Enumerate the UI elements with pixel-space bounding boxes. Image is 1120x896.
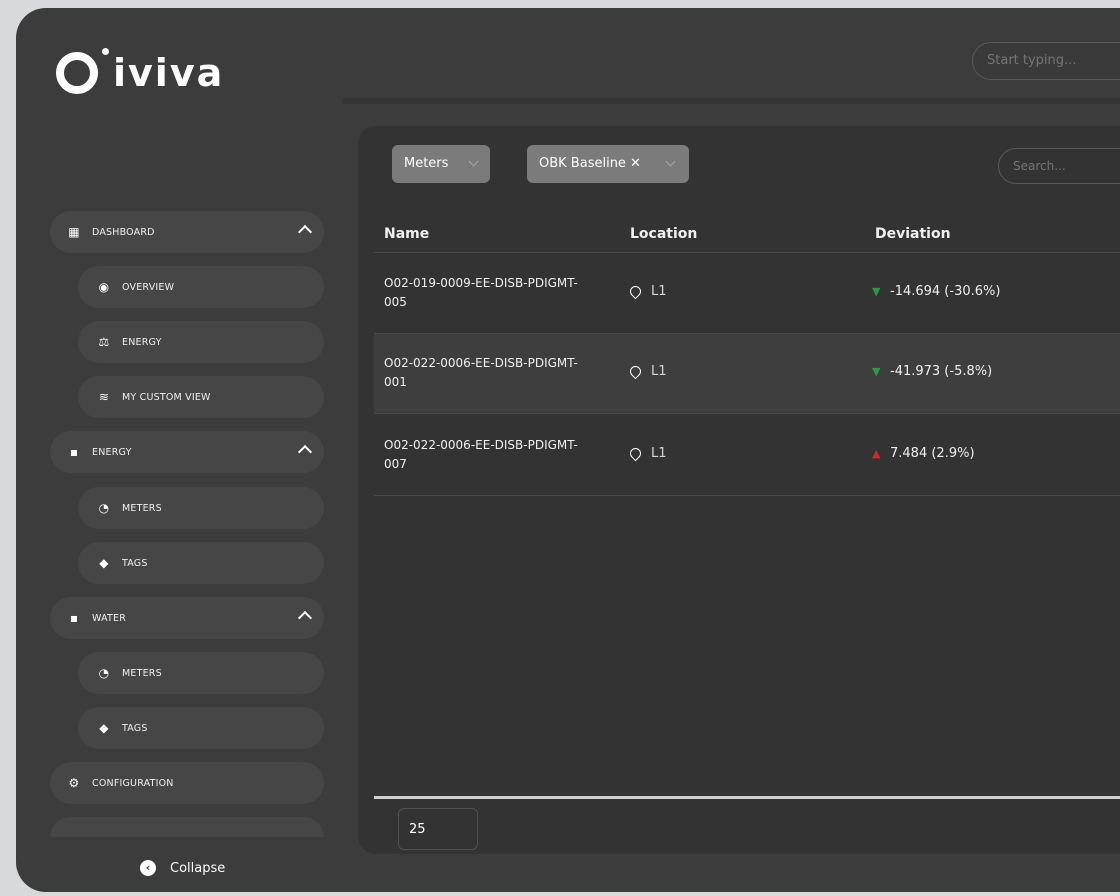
sidebar-item-label: CONFIGURATION xyxy=(92,777,174,789)
meter-name: O02-022-0006-EE-DISB-PDIGMT-007 xyxy=(384,438,578,471)
location-pin-icon xyxy=(627,445,644,462)
sidebar-item-label: TAGS xyxy=(122,557,148,569)
gauge-icon: ◔ xyxy=(98,666,110,680)
sidebar-item-configuration[interactable]: ⚙ CONFIGURATION xyxy=(50,762,324,804)
baseline-select[interactable]: OBK Baseline ✕ xyxy=(527,145,689,183)
column-header-location[interactable]: Location xyxy=(630,226,697,242)
sidebar-item-energy-dashboard[interactable]: ⚖ ENERGY xyxy=(78,321,324,363)
location-pin-icon xyxy=(627,283,644,300)
row-divider xyxy=(374,495,1120,496)
sidebar-item-water-meters[interactable]: ◔ METERS xyxy=(78,652,324,694)
header-divider xyxy=(374,252,1120,253)
sidebar-item-water-tags[interactable]: ◆ TAGS xyxy=(78,707,324,749)
location-value: L1 xyxy=(651,284,667,299)
logo-dot-icon xyxy=(102,48,109,55)
collapse-button[interactable]: ‹ Collapse xyxy=(140,860,225,876)
table-row[interactable]: O02-019-0009-EE-DISB-PDIGMT-005 L1 ▼ -14… xyxy=(374,254,1120,334)
meters-panel: Meters OBK Baseline ✕ Name Location Devia… xyxy=(358,126,1120,854)
sidebar-item-water[interactable]: ▪ WATER xyxy=(50,597,324,639)
layers-icon: ≋ xyxy=(98,390,110,404)
sidebar-item-label: METERS xyxy=(122,667,162,679)
sidebar-item-overview[interactable]: ◉ OVERVIEW xyxy=(78,266,324,308)
sidebar-item-label: DASHBOARD xyxy=(92,226,155,238)
tag-icon: ◆ xyxy=(99,721,109,735)
chevron-up-icon[interactable] xyxy=(297,610,313,626)
grid-icon: ▦ xyxy=(68,225,80,239)
baseline-label: OBK Baseline xyxy=(539,156,626,171)
location-cell: L1 xyxy=(627,445,667,462)
sidebar-item-energy-meters[interactable]: ◔ METERS xyxy=(78,487,324,529)
chevron-down-icon xyxy=(468,156,479,167)
tag-icon: ◆ xyxy=(99,556,109,570)
gear-icon: ⚙ xyxy=(68,776,80,790)
logo: iviva xyxy=(56,48,225,95)
location-pin-icon xyxy=(627,363,644,380)
row-divider xyxy=(374,413,1120,414)
table-row[interactable]: O02-022-0006-EE-DISB-PDIGMT-001 L1 ▼ -41… xyxy=(374,334,1120,414)
plug-icon: ▪ xyxy=(69,445,79,459)
location-cell: L1 xyxy=(627,283,667,300)
location-value: L1 xyxy=(651,364,667,379)
sidebar-item-energy-tags[interactable]: ◆ TAGS xyxy=(78,542,324,584)
horizontal-scrollbar[interactable] xyxy=(374,796,1120,799)
column-header-name[interactable]: Name xyxy=(384,226,429,242)
sidebar-item-label: ENERGY xyxy=(92,446,132,458)
arrow-down-icon: ▼ xyxy=(872,285,881,298)
app-window: iviva ▦ DASHBOARD ◉ OVERVIEW ⚖ ENERGY ≋ … xyxy=(16,8,1120,892)
deviation-cell: ▼ -41.973 (-5.8%) xyxy=(872,364,992,379)
arrow-down-icon: ▼ xyxy=(872,365,881,378)
gauge-icon: ◔ xyxy=(98,501,110,515)
chevron-down-icon xyxy=(665,156,676,167)
arrow-up-icon: ▲ xyxy=(872,447,881,460)
chevron-up-icon[interactable] xyxy=(297,224,313,240)
collapse-label: Collapse xyxy=(170,860,226,876)
page-size-select[interactable]: 25 xyxy=(398,808,478,850)
location-cell: L1 xyxy=(627,363,667,380)
meter-name: O02-022-0006-EE-DISB-PDIGMT-001 xyxy=(384,356,578,389)
sidebar-item-label: TAGS xyxy=(122,722,148,734)
sidebar-item-partial[interactable] xyxy=(50,817,324,837)
chevron-up-icon[interactable] xyxy=(297,444,313,460)
deviation-cell: ▲ 7.484 (2.9%) xyxy=(872,446,975,461)
sidebar-item-my-custom-view[interactable]: ≋ MY CUSTOM VIEW xyxy=(78,376,324,418)
deviation-cell: ▼ -14.694 (-30.6%) xyxy=(872,284,1000,299)
sidebar-item-label: MY CUSTOM VIEW xyxy=(122,391,211,403)
sidebar-item-label: ENERGY xyxy=(122,336,162,348)
sidebar-item-dashboard[interactable]: ▦ DASHBOARD xyxy=(50,211,324,253)
clear-icon[interactable]: ✕ xyxy=(630,156,641,171)
header-divider xyxy=(342,98,1120,104)
meter-name: O02-019-0009-EE-DISB-PDIGMT-005 xyxy=(384,276,578,309)
chevron-left-icon: ‹ xyxy=(140,860,156,876)
sidebar-item-label: WATER xyxy=(92,612,127,624)
sidebar-item-label: OVERVIEW xyxy=(122,281,175,293)
table-search-input[interactable] xyxy=(998,148,1120,184)
scales-icon: ⚖ xyxy=(98,335,110,349)
page-size-value: 25 xyxy=(409,822,426,837)
sidebar-item-label: METERS xyxy=(122,502,162,514)
table-row[interactable]: O02-022-0006-EE-DISB-PDIGMT-007 L1 ▲ 7.4… xyxy=(374,416,1120,496)
deviation-value: -14.694 (-30.6%) xyxy=(890,284,1001,299)
meter-type-select[interactable]: Meters xyxy=(392,145,490,183)
sidebar-item-energy[interactable]: ▪ ENERGY xyxy=(50,431,324,473)
eye-icon: ◉ xyxy=(98,280,110,294)
global-search-input[interactable] xyxy=(972,42,1120,80)
meter-type-label: Meters xyxy=(404,156,449,171)
logo-ring-icon xyxy=(56,52,98,94)
logo-text: iviva xyxy=(113,51,225,95)
column-header-deviation[interactable]: Deviation xyxy=(875,226,951,242)
plug-icon: ▪ xyxy=(69,611,79,625)
deviation-value: 7.484 (2.9%) xyxy=(890,446,975,461)
location-value: L1 xyxy=(651,446,667,461)
deviation-value: -41.973 (-5.8%) xyxy=(890,364,993,379)
